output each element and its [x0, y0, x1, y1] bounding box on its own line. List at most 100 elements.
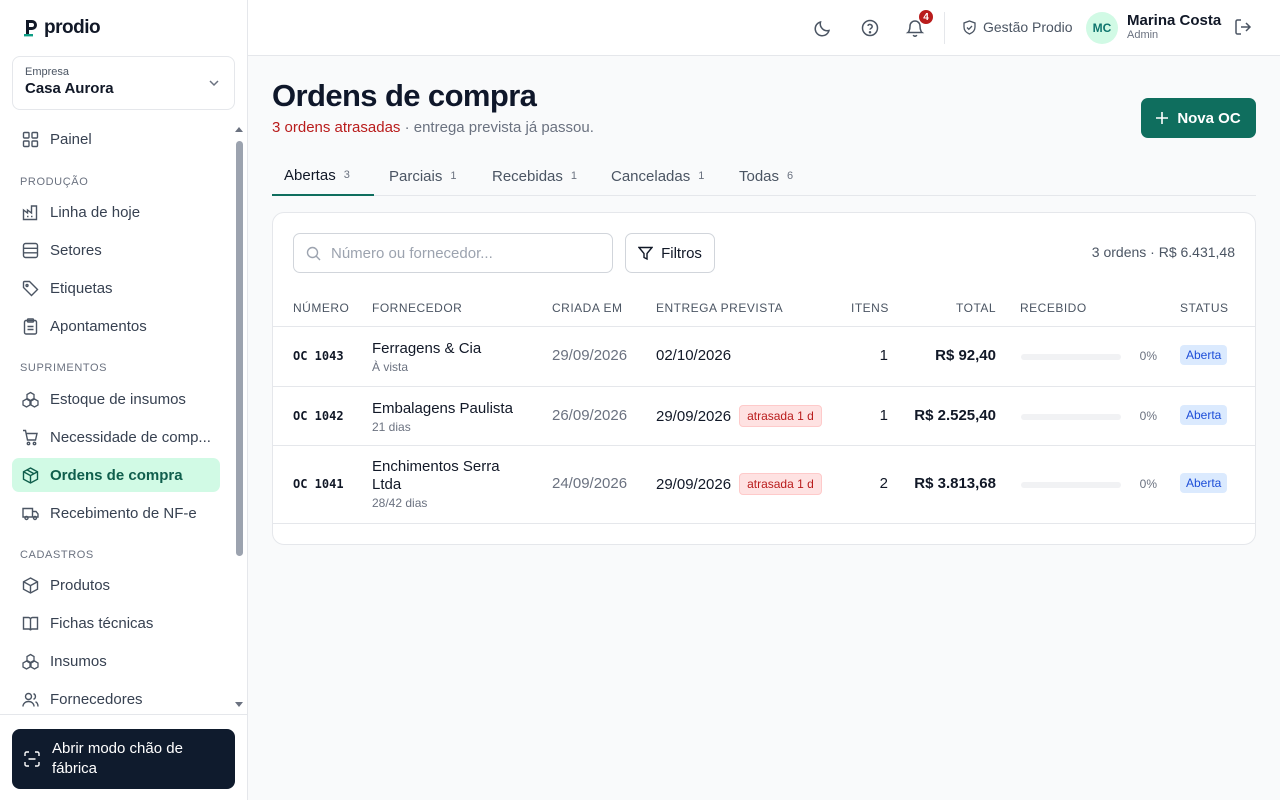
tab-count: 6 [787, 170, 794, 182]
sidebar-item-recebimento-nfe[interactable]: Recebimento de NF-e [12, 496, 220, 530]
tab-todas[interactable]: Todas 6 [727, 156, 805, 196]
filters-button[interactable]: Filtros [625, 233, 715, 273]
scroll-up-arrow-icon[interactable] [235, 127, 243, 132]
package-icon [22, 466, 39, 484]
order-number[interactable]: OC 1041 [293, 477, 344, 491]
status-cell: Aberta [1180, 345, 1228, 365]
sidebar-item-setores[interactable]: Setores [12, 233, 220, 267]
sidebar-nav: Painel PRODUÇÃO Linha de hoje Setores Et… [0, 122, 232, 714]
created-date: 24/09/2026 [552, 475, 628, 492]
sidebar-item-estoque-de-insumos[interactable]: Estoque de insumos [12, 382, 220, 416]
company-value: Casa Aurora [25, 80, 114, 97]
status-badge: Aberta [1180, 473, 1228, 493]
section-cadastros: CADASTROS [20, 549, 94, 561]
sidebar-item-linha-de-hoje[interactable]: Linha de hoje [12, 195, 220, 229]
sidebar-scrollbar-thumb[interactable] [236, 141, 243, 556]
orders-summary: 3 ordens · R$ 6.431,48 [1091, 244, 1235, 260]
created-date: 29/09/2026 [552, 347, 628, 364]
tenant-link[interactable]: Gestão Prodio [962, 19, 1073, 35]
avatar[interactable]: MC [1086, 12, 1118, 44]
floor-mode-button[interactable]: Abrir modo chão de fábrica [12, 729, 235, 789]
tab-label: Recebidas [492, 167, 563, 185]
sidebar-item-apontamentos[interactable]: Apontamentos [12, 309, 220, 343]
created-date: 26/09/2026 [552, 407, 628, 424]
tab-abertas[interactable]: Abertas 3 [272, 156, 374, 196]
tab-label: Todas [739, 167, 780, 185]
user-name[interactable]: Marina Costa [1127, 12, 1221, 29]
due-date: 29/09/2026 [656, 475, 732, 493]
column-header[interactable]: ENTREGA PREVISTA [656, 301, 783, 315]
due-date-cell: 02/10/2026 [656, 347, 731, 364]
scroll-down-arrow-icon[interactable] [235, 702, 243, 707]
sidebar-item-ordens-de-compra[interactable]: Ordens de compra [12, 458, 220, 492]
status-badge: Aberta [1180, 345, 1228, 365]
sidebar-item-label: Recebimento de NF-e [50, 504, 197, 522]
logout-icon[interactable] [1234, 18, 1252, 36]
sidebar-footer: Abrir modo chão de fábrica [0, 714, 247, 800]
moon-icon[interactable] [813, 18, 833, 38]
supplier-name: Enchimentos Serra Ltda [372, 458, 500, 493]
supplier-cell: Embalagens Paulista 21 dias [372, 400, 522, 434]
company-selector[interactable]: Empresa Casa Aurora [12, 56, 235, 110]
due-date-cell: 29/09/2026 atrasada 1 d [656, 405, 822, 427]
section-suprimentos: SUPRIMENTOS [20, 362, 108, 374]
search-input[interactable] [331, 244, 591, 262]
user-role: Admin [1127, 29, 1159, 41]
status-badge: Aberta [1180, 405, 1228, 425]
tab-recebidas[interactable]: Recebidas 1 [480, 156, 589, 196]
tab-label: Abertas [284, 166, 336, 184]
column-header[interactable]: STATUS [1180, 301, 1229, 315]
sidebar-item-produtos[interactable]: Produtos [12, 568, 220, 602]
sidebar-item-painel[interactable]: Painel [12, 122, 220, 156]
received-percent: 0% [1139, 409, 1157, 423]
late-badge: atrasada 1 d [739, 405, 822, 427]
sidebar-item-label: Apontamentos [50, 317, 147, 335]
sidebar-item-fichas-tecnicas[interactable]: Fichas técnicas [12, 606, 220, 640]
tab-label: Parciais [389, 167, 443, 185]
status-cell: Aberta [1180, 473, 1228, 493]
cart-icon [23, 429, 38, 445]
column-header[interactable]: NÚMERO [293, 301, 349, 315]
sidebar: prodio Empresa Casa Aurora Painel PRODUÇ… [0, 0, 248, 800]
sidebar-item-label: Fichas técnicas [50, 614, 154, 632]
column-header[interactable]: CRIADA EM [552, 301, 623, 315]
book-icon [22, 616, 39, 631]
status-cell: Aberta [1180, 405, 1228, 425]
sidebar-item-necessidade-de-compra[interactable]: Necessidade de comp... [12, 420, 220, 454]
column-header[interactable]: FORNECEDOR [372, 301, 462, 315]
users-icon [22, 692, 39, 707]
help-icon[interactable] [860, 18, 880, 38]
search-box[interactable] [293, 233, 613, 273]
column-header[interactable]: ITENS [851, 301, 889, 315]
header-divider [944, 12, 945, 44]
sidebar-item-etiquetas[interactable]: Etiquetas [12, 271, 220, 305]
sidebar-item-fornecedores[interactable]: Fornecedores [12, 682, 220, 714]
table-row[interactable]: OC 1041 Enchimentos Serra Ltda 28/42 dia… [273, 446, 1255, 524]
scan-icon [24, 751, 40, 767]
order-number[interactable]: OC 1042 [293, 409, 344, 423]
column-header[interactable]: RECEBIDO [1020, 301, 1087, 315]
table-row[interactable]: OC 1043 Ferragens & Cia À vista 29/09/20… [273, 327, 1255, 387]
sidebar-item-insumos[interactable]: Insumos [12, 644, 220, 678]
brand-logo[interactable]: prodio [24, 17, 101, 39]
status-tabs: Abertas 3 Parciais 1 Recebidas 1 Canceladas… [272, 156, 1256, 196]
order-number[interactable]: OC 1043 [293, 349, 344, 363]
tab-canceladas[interactable]: Canceladas 1 [599, 156, 716, 196]
sidebar-item-label: Insumos [50, 652, 107, 670]
received-progress [1021, 354, 1121, 360]
supplier-cell: Ferragens & Cia À vista [372, 340, 512, 374]
search-icon [306, 246, 321, 260]
tab-count: 1 [698, 170, 705, 182]
new-order-button[interactable]: Nova OC [1141, 98, 1256, 138]
boxes-icon [22, 653, 39, 670]
sidebar-item-label: Setores [50, 241, 102, 259]
tab-label: Canceladas [611, 167, 691, 185]
tab-parciais[interactable]: Parciais 1 [377, 156, 468, 196]
sidebar-item-label: Necessidade de comp... [50, 428, 211, 446]
column-header[interactable]: TOTAL [956, 301, 996, 315]
sidebar-item-label: Painel [50, 130, 92, 148]
tab-count: 3 [343, 169, 350, 181]
late-orders-count[interactable]: 3 ordens atrasadas [272, 119, 400, 136]
received-percent: 0% [1139, 477, 1157, 491]
table-row[interactable]: OC 1042 Embalagens Paulista 21 dias 26/0… [273, 387, 1255, 446]
